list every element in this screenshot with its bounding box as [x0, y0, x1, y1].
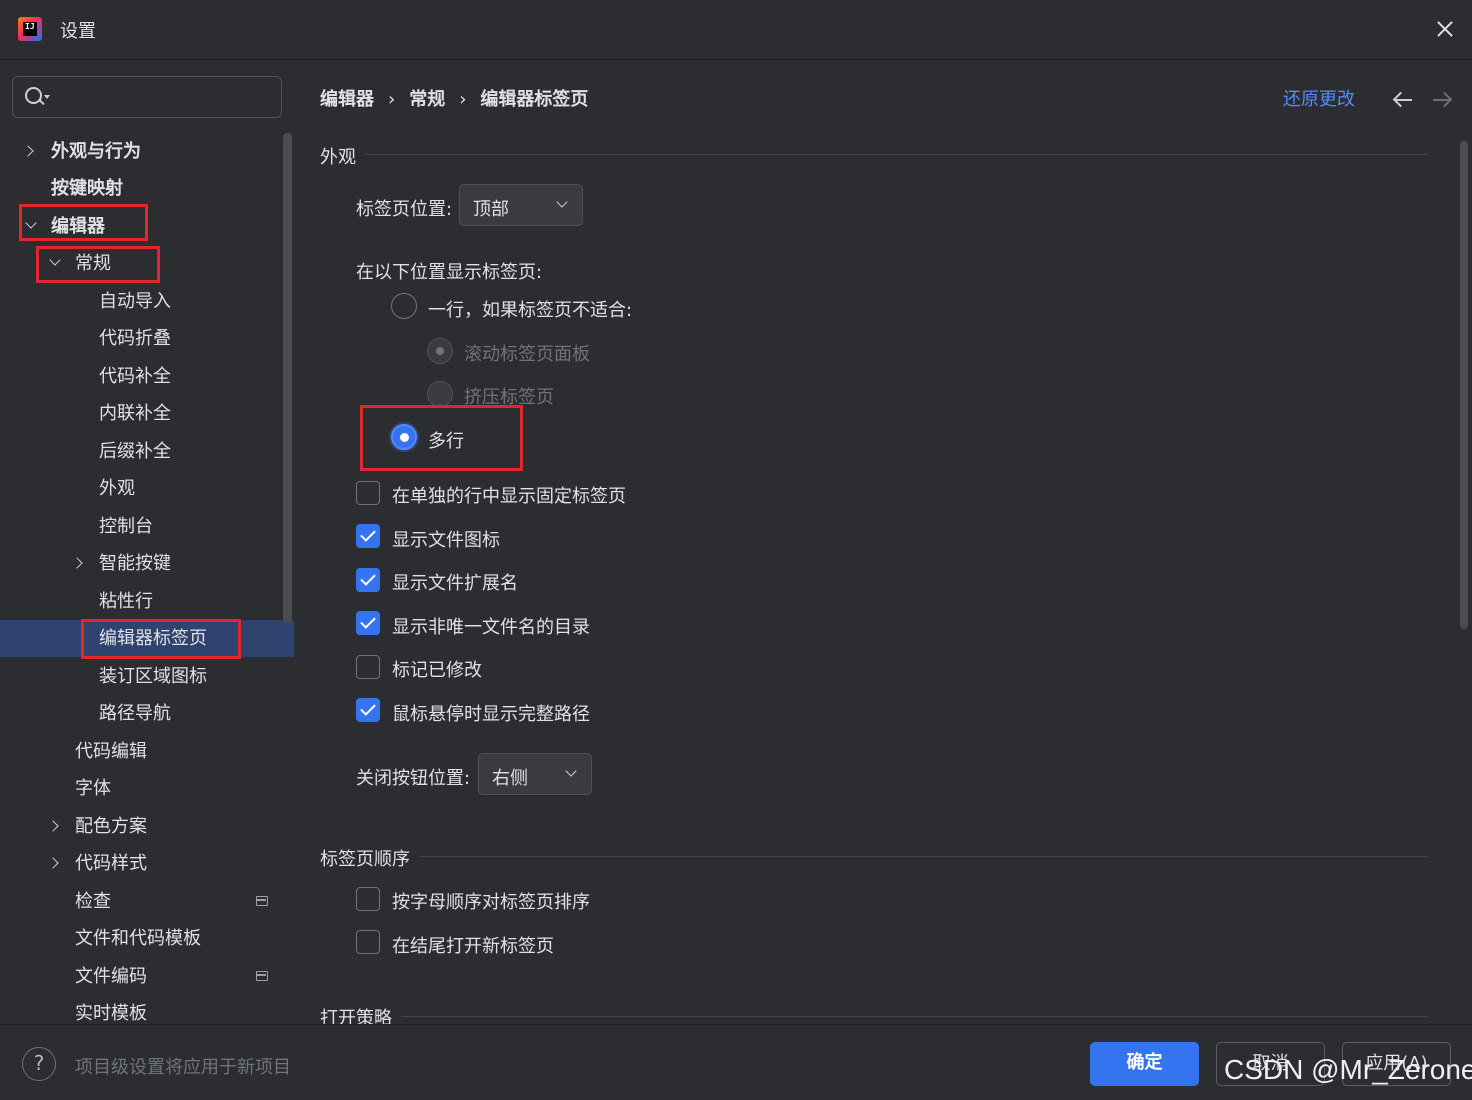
show-tabs-label: 在以下位置显示标签页: [356, 262, 543, 283]
title-bar: IJ 设置 [0, 0, 1472, 60]
reset-changes-link[interactable]: 还原更改 [1283, 85, 1355, 111]
sort-alphabetically-label[interactable]: 按字母顺序对标签页排序 [392, 888, 590, 914]
search-icon [25, 87, 45, 107]
search-options-caret-icon[interactable] [44, 95, 50, 99]
sidebar-item-code-folding[interactable]: 代码折叠 [0, 320, 294, 357]
show-file-extension-label[interactable]: 显示文件扩展名 [392, 569, 518, 595]
radio-dot [400, 433, 409, 442]
close-button-position-dropdown[interactable]: 右侧 [478, 753, 592, 795]
sidebar-item-font[interactable]: 字体 [0, 770, 294, 807]
checkbox-sort-alphabetically[interactable] [356, 887, 380, 911]
sidebar-scrollbar[interactable] [283, 133, 292, 623]
sidebar-item-appearance[interactable]: 外观 [0, 470, 294, 507]
section-divider [365, 154, 1428, 155]
forward-arrow-icon[interactable] [1432, 93, 1452, 107]
show-full-path-hover-label[interactable]: 鼠标悬停时显示完整路径 [392, 700, 590, 726]
breadcrumb-item-editor[interactable]: 编辑器 [320, 85, 374, 111]
sidebar-item-color-scheme[interactable]: 配色方案 [0, 808, 294, 845]
chevron-right-icon[interactable] [71, 557, 83, 569]
scroll-tabs-label: 滚动标签页面板 [464, 344, 590, 365]
checkbox-pinned-separate-row[interactable] [356, 481, 380, 505]
window-title: 设置 [60, 21, 96, 42]
section-divider [401, 1016, 1428, 1017]
close-button-position-label: 关闭按钮位置: [356, 768, 471, 789]
show-file-icon-label[interactable]: 显示文件图标 [392, 526, 500, 552]
mark-modified-label[interactable]: 标记已修改 [392, 656, 482, 682]
sidebar-item-smart-keys[interactable]: 智能按键 [0, 545, 294, 582]
tab-position-label: 标签页位置: [356, 199, 453, 220]
radio-single-row[interactable] [391, 293, 417, 319]
search-input[interactable] [12, 76, 282, 118]
open-at-end-label[interactable]: 在结尾打开新标签页 [392, 932, 554, 958]
sidebar-item-auto-import[interactable]: 自动导入 [0, 283, 294, 320]
single-row-label[interactable]: 一行，如果标签页不适合: [428, 296, 632, 322]
radio-dot [436, 347, 444, 355]
sidebar-item-gutter-icons[interactable]: 装订区域图标 [0, 658, 294, 695]
footer-note: 项目级设置将应用于新项目 [75, 1057, 291, 1078]
watermark-text: CSDN @Mr_Zerone [1224, 1054, 1472, 1085]
section-title-appearance: 外观 [320, 147, 356, 168]
sidebar-item-postfix-completion[interactable]: 后缀补全 [0, 433, 294, 470]
sidebar-item-editor[interactable]: 编辑器 [0, 208, 294, 245]
sidebar-item-general[interactable]: 常规 [0, 245, 294, 282]
logo-text: IJ [25, 22, 35, 31]
show-dir-non-unique-label[interactable]: 显示非唯一文件名的目录 [392, 613, 590, 639]
chevron-down-icon[interactable] [25, 217, 37, 229]
checkbox-show-dir-non-unique[interactable] [356, 611, 380, 635]
sidebar-item-code-completion[interactable]: 代码补全 [0, 358, 294, 395]
intellij-logo-icon: IJ [18, 17, 42, 41]
checkbox-open-at-end[interactable] [356, 930, 380, 954]
settings-sidebar: 外观与行为 按键映射 编辑器 常规 自动导入 代码折叠 代码补全 内联补全 后缀… [0, 61, 294, 1024]
sidebar-item-keymap[interactable]: 按键映射 [0, 170, 294, 207]
project-scope-icon [256, 896, 268, 906]
checkbox-mark-modified[interactable] [356, 655, 380, 679]
sidebar-item-sticky-lines[interactable]: 粘性行 [0, 583, 294, 620]
sidebar-item-inline-completion[interactable]: 内联补全 [0, 395, 294, 432]
sidebar-item-editor-tabs[interactable]: 编辑器标签页 [0, 620, 294, 657]
close-button-position-value: 右侧 [492, 768, 528, 789]
chevron-down-icon [565, 765, 577, 777]
radio-multiple-rows[interactable] [391, 424, 417, 450]
checkbox-show-full-path-hover[interactable] [356, 698, 380, 722]
radio-scroll-tabs[interactable] [427, 338, 453, 364]
checkbox-show-file-extension[interactable] [356, 568, 380, 592]
tab-position-dropdown[interactable]: 顶部 [459, 184, 583, 226]
breadcrumb-item-editor-tabs: 编辑器标签页 [480, 89, 589, 110]
close-icon[interactable] [1430, 14, 1460, 44]
sidebar-item-file-templates[interactable]: 文件和代码模板 [0, 920, 294, 957]
project-scope-icon [256, 971, 268, 981]
sidebar-item-code-editing[interactable]: 代码编辑 [0, 733, 294, 770]
chevron-right-icon[interactable] [22, 145, 34, 157]
help-icon[interactable]: ? [22, 1047, 56, 1081]
chevron-down-icon[interactable] [49, 254, 61, 266]
chevron-down-icon [556, 196, 568, 208]
sidebar-item-appearance-behavior[interactable]: 外观与行为 [0, 133, 294, 170]
breadcrumb-item-general[interactable]: 常规 [409, 85, 445, 111]
breadcrumb: 编辑器 › 常规 › 编辑器标签页 [320, 85, 588, 111]
squeeze-tabs-label: 挤压标签页 [464, 387, 554, 408]
content-scrollbar[interactable] [1460, 141, 1468, 629]
breadcrumb-separator: › [388, 89, 396, 110]
sidebar-item-console[interactable]: 控制台 [0, 508, 294, 545]
radio-squeeze-tabs[interactable] [427, 381, 453, 407]
chevron-right-icon[interactable] [47, 820, 59, 832]
section-divider [419, 856, 1428, 857]
multiple-rows-label[interactable]: 多行 [428, 427, 464, 453]
sidebar-item-file-encodings[interactable]: 文件编码 [0, 958, 294, 995]
sidebar-item-inspections[interactable]: 检查 [0, 883, 294, 920]
sidebar-item-breadcrumbs[interactable]: 路径导航 [0, 695, 294, 732]
sidebar-item-code-style[interactable]: 代码样式 [0, 845, 294, 882]
checkbox-show-file-icon[interactable] [356, 524, 380, 548]
section-title-tab-order: 标签页顺序 [320, 849, 410, 870]
chevron-right-icon[interactable] [47, 857, 59, 869]
tab-position-value: 顶部 [473, 199, 509, 220]
breadcrumb-separator: › [459, 89, 467, 110]
back-arrow-icon[interactable] [1393, 93, 1413, 107]
ok-button[interactable]: 确定 [1090, 1042, 1199, 1086]
settings-content: 编辑器 › 常规 › 编辑器标签页 还原更改 外观 标签页位置: 顶部 在以下位置显示标… [295, 61, 1472, 1029]
pinned-separate-row-label[interactable]: 在单独的行中显示固定标签页 [392, 482, 626, 508]
